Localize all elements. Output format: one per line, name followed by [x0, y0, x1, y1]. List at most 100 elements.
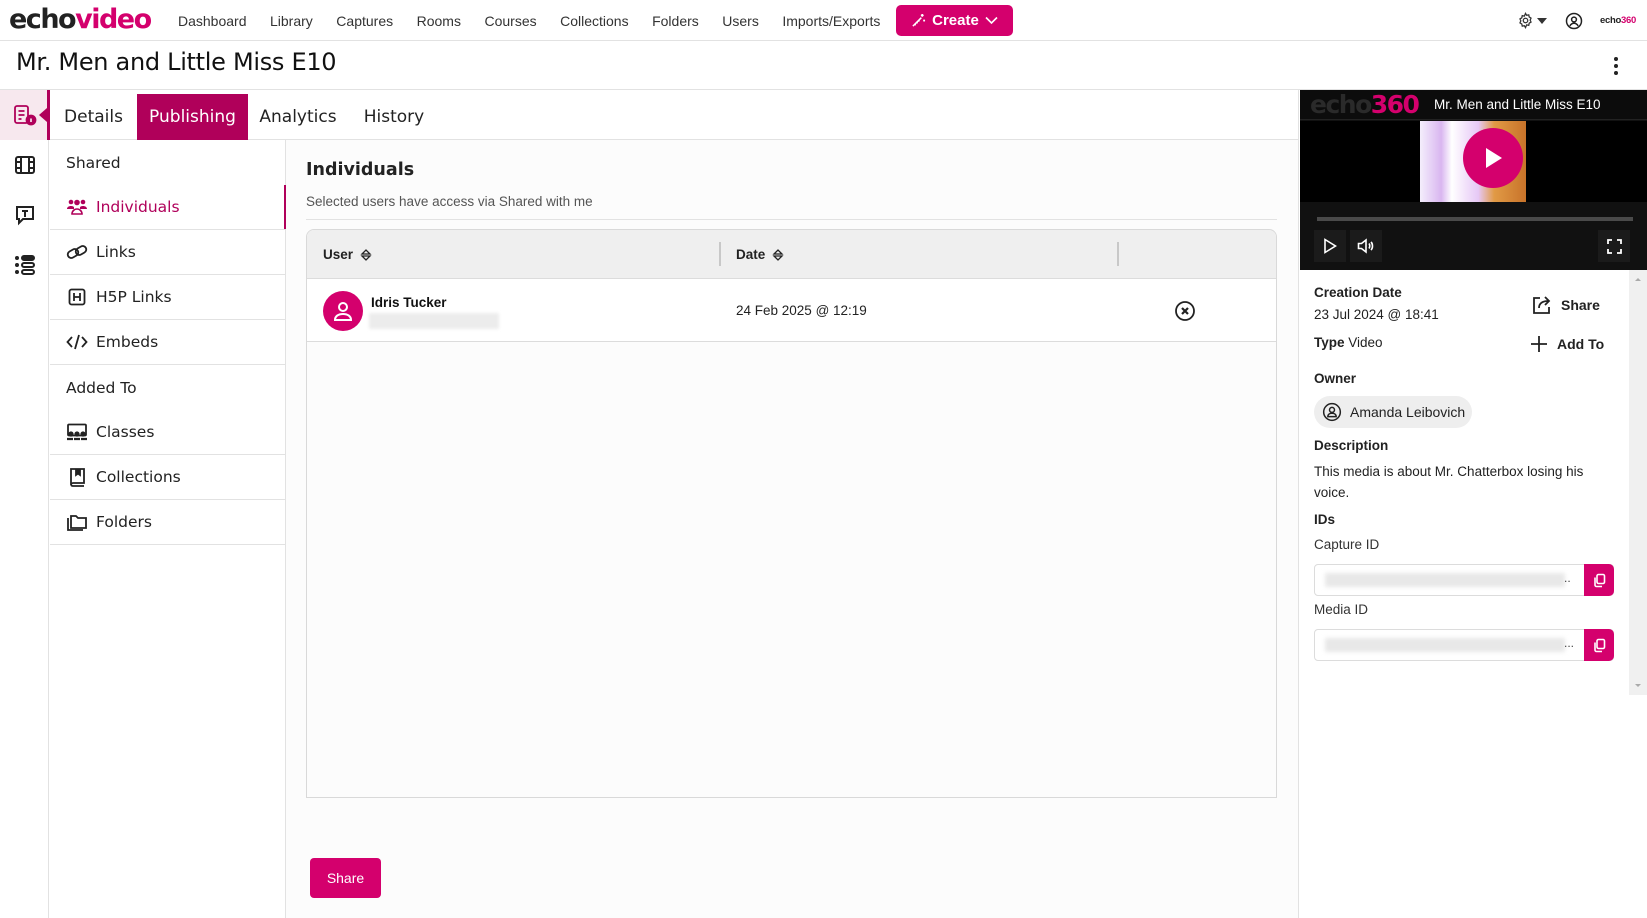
create-label: Create: [932, 12, 979, 29]
user-name: Idris Tucker: [371, 295, 447, 310]
user-icon: [333, 302, 353, 321]
caret-down-icon: [1537, 17, 1547, 24]
column-user[interactable]: User: [323, 230, 372, 279]
column-separator[interactable]: [719, 242, 721, 266]
settings-menu[interactable]: [1517, 0, 1547, 41]
type-value: Video: [1348, 335, 1383, 350]
nav-captures[interactable]: Captures: [336, 13, 393, 29]
play-overlay-button[interactable]: [1463, 128, 1523, 188]
tab-details[interactable]: Details: [50, 94, 137, 140]
nav-collections[interactable]: Collections: [560, 13, 628, 29]
play-icon: [1486, 148, 1502, 168]
copy-media-id-button[interactable]: [1584, 629, 1614, 661]
plus-icon: [1531, 336, 1547, 352]
folders-icon: [66, 512, 88, 532]
scroll-up-icon: [1635, 278, 1641, 281]
copy-icon: [1594, 638, 1606, 652]
media-id-field[interactable]: ...: [1314, 629, 1614, 661]
avatar: [323, 291, 363, 331]
nav-rooms[interactable]: Rooms: [417, 13, 461, 29]
capture-id-redacted: [1325, 573, 1565, 587]
owner-chip[interactable]: Amanda Leibovich: [1314, 396, 1472, 428]
player-header: echo360 Mr. Men and Little Miss E10: [1300, 90, 1647, 120]
owner-label: Owner: [1314, 371, 1357, 386]
list-icon: [14, 255, 35, 275]
nav-folders[interactable]: Folders: [652, 13, 699, 29]
fullscreen-icon: [1606, 238, 1622, 254]
tab-analytics[interactable]: Analytics: [248, 94, 348, 140]
nav-library[interactable]: Library: [270, 13, 313, 29]
subnav-folders[interactable]: Folders: [50, 500, 285, 545]
create-button[interactable]: Create: [896, 5, 1013, 36]
tab-publishing[interactable]: Publishing: [137, 94, 248, 140]
user-circle-icon: [1565, 12, 1583, 29]
film-icon: [14, 156, 35, 174]
active-caret-icon: [39, 108, 47, 122]
rail-details[interactable]: [0, 90, 50, 140]
rail-media[interactable]: [0, 140, 49, 190]
play-button[interactable]: [1314, 230, 1346, 262]
type-label: Type Video: [1314, 335, 1383, 350]
volume-icon: [1357, 238, 1374, 254]
section-subtitle: Selected users have access via Shared wi…: [306, 194, 593, 209]
magic-wand-icon: [912, 13, 926, 27]
volume-button[interactable]: [1350, 230, 1382, 262]
media-id-redacted: [1325, 638, 1565, 652]
play-icon: [1324, 238, 1337, 254]
progress-bar[interactable]: [1317, 217, 1633, 221]
sort-icon: [772, 248, 784, 261]
panel-scrollbar[interactable]: [1629, 270, 1647, 695]
scroll-down-icon: [1635, 684, 1641, 687]
ids-label: IDs: [1314, 512, 1336, 527]
more-options-icon[interactable]: [1608, 55, 1624, 77]
subnav-h5p-links[interactable]: H5P Links: [50, 275, 285, 320]
creation-date-value: 23 Jul 2024 @ 18:41: [1314, 307, 1439, 322]
subnav-individuals[interactable]: Individuals: [50, 185, 287, 230]
nav-users[interactable]: Users: [722, 13, 759, 29]
fullscreen-button[interactable]: [1598, 230, 1630, 262]
rail-outline[interactable]: [0, 240, 49, 290]
share-action[interactable]: Share: [1531, 295, 1600, 315]
top-navigation: echovideo Dashboard Library Captures Roo…: [0, 0, 1647, 41]
share-button[interactable]: Share: [310, 858, 381, 898]
rail-captions[interactable]: [0, 190, 49, 240]
column-separator[interactable]: [1117, 242, 1119, 266]
add-to-action[interactable]: Add To: [1529, 334, 1604, 354]
column-date[interactable]: Date: [736, 230, 784, 279]
subnav-collections[interactable]: Collections: [50, 455, 285, 500]
side-rail: [0, 90, 50, 918]
user-email-redacted: [369, 313, 499, 329]
section-heading: Individuals: [306, 160, 415, 180]
captions-icon: [15, 206, 34, 226]
shared-heading: Shared: [66, 153, 121, 172]
nav-imports-exports[interactable]: Imports/Exports: [782, 13, 880, 29]
link-icon: [66, 242, 88, 262]
details-icon: [13, 105, 36, 126]
user-menu[interactable]: [1565, 0, 1583, 41]
remove-icon[interactable]: [1174, 300, 1196, 322]
capture-id-field[interactable]: ..: [1314, 564, 1614, 596]
player-title: Mr. Men and Little Miss E10: [1434, 97, 1601, 112]
divider: [306, 219, 1277, 220]
nav-courses[interactable]: Courses: [484, 13, 536, 29]
user-circle-icon: [1322, 402, 1342, 422]
individuals-panel: Individuals Selected users have access v…: [286, 140, 1298, 918]
tab-history[interactable]: History: [348, 94, 440, 140]
description-label: Description: [1314, 438, 1389, 453]
gear-icon: [1519, 12, 1532, 29]
subnav-classes[interactable]: Classes: [50, 410, 285, 455]
nav-dashboard[interactable]: Dashboard: [178, 13, 247, 29]
individuals-table: User Date Idris Tucker 24 Feb 2025 @ 12:…: [306, 229, 1277, 798]
tab-bar: Details Publishing Analytics History: [50, 90, 1298, 140]
table-header: User Date: [307, 230, 1276, 279]
video-player: echo360 Mr. Men and Little Miss E10: [1300, 90, 1647, 270]
table-row: Idris Tucker 24 Feb 2025 @ 12:19: [307, 279, 1276, 342]
echo360-player-logo: echo360: [1310, 90, 1420, 119]
copy-capture-id-button[interactable]: [1584, 564, 1614, 596]
subnav-links[interactable]: Links: [50, 230, 285, 275]
description-text: This media is about Mr. Chatterbox losin…: [1314, 464, 1584, 500]
creation-date-label: Creation Date: [1314, 285, 1402, 300]
added-to-heading: Added To: [66, 378, 137, 397]
subnav-embeds[interactable]: Embeds: [50, 320, 285, 365]
echovideo-logo[interactable]: echovideo: [9, 3, 152, 37]
